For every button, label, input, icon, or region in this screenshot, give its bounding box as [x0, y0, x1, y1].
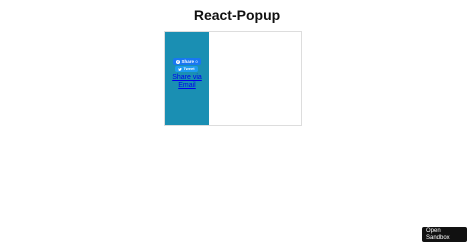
- page-title: React-Popup: [193, 7, 281, 23]
- preview-frame: f Share 0 Tweet Share via Email: [164, 31, 302, 126]
- facebook-icon: f: [176, 59, 180, 64]
- twitter-tweet-label: Tweet: [183, 66, 195, 71]
- facebook-share-label: Share: [181, 59, 195, 64]
- page: React-Popup f Share 0 Tweet Share via Em…: [0, 0, 474, 248]
- facebook-share-button[interactable]: f Share 0: [173, 58, 201, 65]
- twitter-tweet-button[interactable]: Tweet: [175, 66, 198, 72]
- open-sandbox-button[interactable]: Open Sandbox: [422, 227, 467, 242]
- facebook-share-count: 0: [195, 59, 198, 64]
- share-via-email-link[interactable]: Share via Email: [167, 74, 207, 89]
- twitter-bird-icon: [178, 67, 182, 71]
- share-sidebar: f Share 0 Tweet Share via Email: [165, 32, 209, 125]
